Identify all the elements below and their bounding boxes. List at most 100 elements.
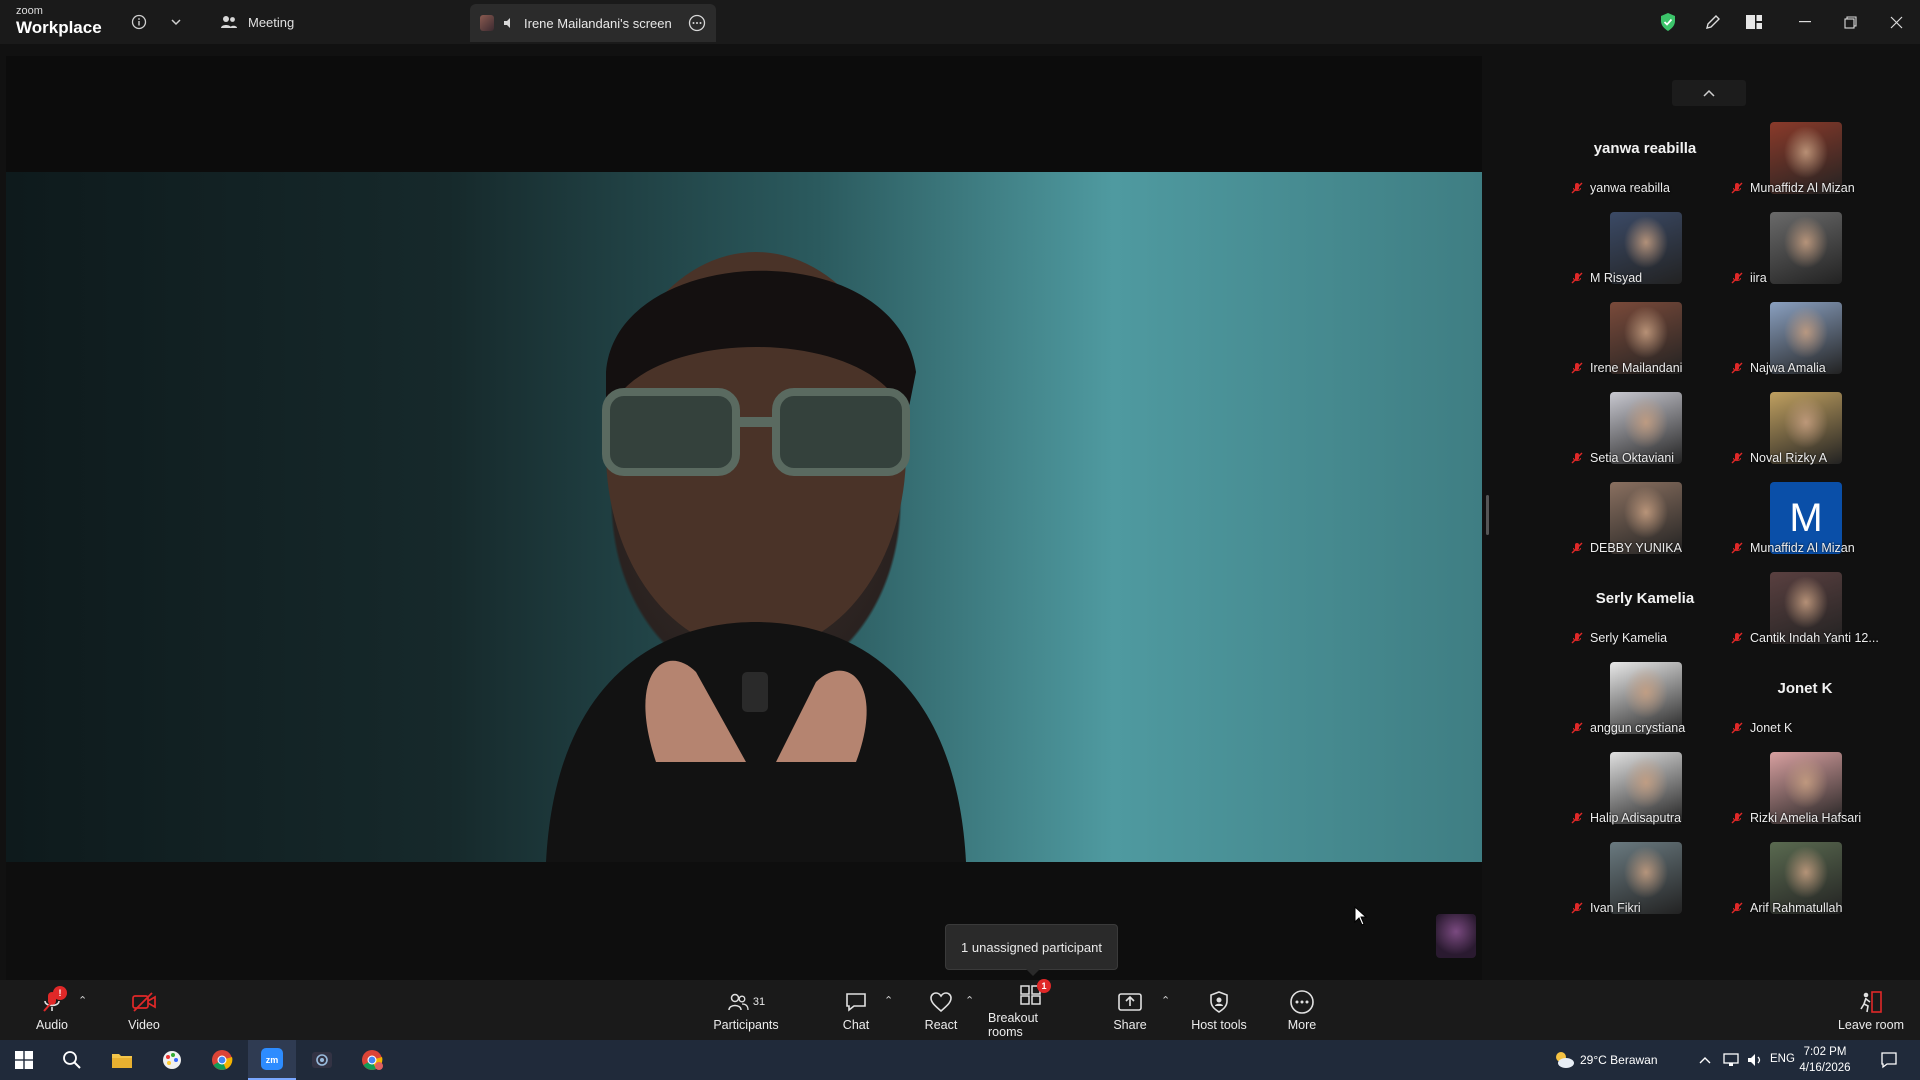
share-options-caret-icon[interactable]: ⌃ [1161, 994, 1170, 1007]
chat-label: Chat [842, 1018, 870, 1032]
video-button[interactable]: Video [124, 980, 164, 1040]
brand-small: zoom [16, 5, 43, 17]
participant-tile[interactable]: yanwa reabilla yanwa reabilla [1570, 122, 1720, 202]
camera-app-button[interactable] [298, 1040, 346, 1080]
participant-tile[interactable]: Serly Kamelia Serly Kamelia [1570, 572, 1720, 652]
shared-screen-view [6, 56, 1482, 980]
leave-room-button[interactable]: Leave room [1836, 980, 1906, 1040]
clock-date: 4/16/2026 [1799, 1062, 1851, 1074]
participant-name-label: Jonet K [1750, 721, 1793, 735]
chat-options-caret-icon[interactable]: ⌃ [884, 994, 893, 1007]
chat-button[interactable]: Chat [840, 980, 872, 1040]
edit-pencil-icon[interactable] [1701, 10, 1725, 34]
restore-icon[interactable] [1830, 8, 1870, 36]
info-icon[interactable] [127, 10, 151, 34]
minimize-icon[interactable] [1785, 8, 1825, 36]
participant-tile[interactable]: Setia Oktaviani [1570, 392, 1720, 472]
zoom-app-button[interactable]: zm [248, 1040, 296, 1080]
react-button[interactable]: React [922, 980, 960, 1040]
tray-overflow-chevron-icon[interactable] [1698, 1054, 1712, 1066]
audio-button[interactable]: ! Audio [30, 980, 74, 1040]
participant-tile[interactable]: M Munaffidz Al Mizan [1730, 482, 1880, 562]
muted-mic-icon [1730, 631, 1744, 645]
participant-tile[interactable]: M Risyad [1570, 212, 1720, 292]
participant-tile[interactable]: Arif Rahmatullah [1730, 842, 1880, 922]
muted-mic-icon [1730, 271, 1744, 285]
breakout-rooms-button[interactable]: 1 Breakout rooms [988, 979, 1074, 1040]
participants-label: Participants [713, 1018, 779, 1032]
file-explorer-button[interactable] [98, 1040, 146, 1080]
search-button[interactable] [48, 1040, 96, 1080]
chrome-icon [212, 1050, 233, 1070]
view-layout-icon[interactable] [1742, 10, 1766, 34]
participants-button[interactable]: 31 Participants [712, 980, 780, 1040]
participant-tile[interactable]: Irene Mailandani [1570, 302, 1720, 382]
participant-tile[interactable]: Noval Rizky A [1730, 392, 1880, 472]
sharer-thumbnail [480, 15, 494, 31]
close-icon[interactable] [1876, 8, 1916, 36]
system-clock[interactable]: 7:02 PM 4/16/2026 [1790, 1044, 1860, 1076]
camera-icon [312, 1052, 332, 1068]
host-tools-label: Host tools [1191, 1018, 1247, 1032]
participant-name-label: Rizki Amelia Hafsari [1750, 811, 1862, 825]
participants-icon: 31 [727, 988, 765, 1016]
muted-mic-icon [1570, 271, 1584, 285]
participant-tile[interactable]: Rizki Amelia Hafsari [1730, 752, 1880, 832]
muted-mic-icon [1570, 541, 1584, 555]
participant-tile[interactable]: DEBBY YUNIKA [1570, 482, 1720, 562]
participant-tile[interactable]: Munaffidz Al Mizan [1730, 122, 1880, 202]
participant-tile[interactable]: Cantik Indah Yanti 12... [1730, 572, 1880, 652]
more-button[interactable]: More [1286, 980, 1318, 1040]
panel-resize-handle[interactable] [1486, 495, 1489, 535]
breakout-badge: 1 [1037, 979, 1051, 993]
screen-tab-label: Irene Mailandani's screen [524, 15, 672, 31]
host-tools-button[interactable]: Host tools [1190, 980, 1248, 1040]
notifications-icon[interactable] [1880, 1051, 1898, 1069]
presenter-figure [546, 252, 966, 862]
muted-mic-icon [1570, 721, 1584, 735]
self-view-thumbnail[interactable] [1436, 914, 1476, 958]
audio-options-caret-icon[interactable]: ⌃ [78, 994, 87, 1007]
chrome-profile-button[interactable] [348, 1040, 396, 1080]
start-button[interactable] [0, 1040, 48, 1080]
paint-app-button[interactable] [148, 1040, 196, 1080]
volume-icon[interactable] [1746, 1052, 1764, 1068]
speaker-icon [504, 18, 510, 28]
participant-tile[interactable]: Najwa Amalia [1730, 302, 1880, 382]
share-button[interactable]: Share [1113, 980, 1147, 1040]
participant-name-label: Noval Rizky A [1750, 451, 1828, 465]
search-icon [63, 1051, 81, 1069]
participant-tile[interactable]: Halip Adisaputra [1570, 752, 1720, 832]
share-screen-icon [1117, 988, 1143, 1016]
muted-mic-icon [1730, 451, 1744, 465]
network-icon[interactable] [1722, 1052, 1740, 1068]
participant-tile[interactable]: iira [1730, 212, 1880, 292]
chrome-button[interactable] [198, 1040, 246, 1080]
participant-tile[interactable]: anggun crystiana [1570, 662, 1720, 742]
react-options-caret-icon[interactable]: ⌃ [965, 994, 974, 1007]
security-shield-icon[interactable] [1656, 10, 1680, 34]
participants-icon [221, 16, 237, 28]
muted-mic-icon [1570, 631, 1584, 645]
weather-text[interactable]: 29°C Berawan [1580, 1053, 1658, 1067]
participant-tile[interactable]: Ivan Fikri [1570, 842, 1720, 922]
video-letterbox-bottom [6, 862, 1482, 980]
meeting-toolbar: ! Audio ⌃ Video 31 Participants Chat ⌃ R… [0, 979, 1920, 1040]
chrome-icon [362, 1050, 383, 1070]
folder-icon [112, 1054, 132, 1068]
muted-mic-icon [1730, 811, 1744, 825]
tab-shared-screen[interactable]: Irene Mailandani's screen [470, 4, 716, 42]
title-bar: zoom Workplace Meeting Irene Mailandani'… [0, 0, 1920, 44]
tab-meeting[interactable]: Meeting [210, 6, 304, 38]
share-label: Share [1113, 1018, 1147, 1032]
zoom-logo: zoom Workplace [16, 5, 102, 37]
chevron-up-icon [1703, 89, 1715, 97]
muted-mic-icon [1570, 901, 1584, 915]
clock-time: 7:02 PM [1803, 1046, 1847, 1058]
shared-video-frame [6, 172, 1482, 862]
chevron-down-icon[interactable] [164, 10, 188, 34]
muted-mic-icon [1570, 361, 1584, 375]
participant-tile[interactable]: Jonet K Jonet K [1730, 662, 1880, 742]
more-options-icon[interactable] [688, 14, 706, 32]
gallery-scroll-up-button[interactable] [1672, 80, 1746, 106]
